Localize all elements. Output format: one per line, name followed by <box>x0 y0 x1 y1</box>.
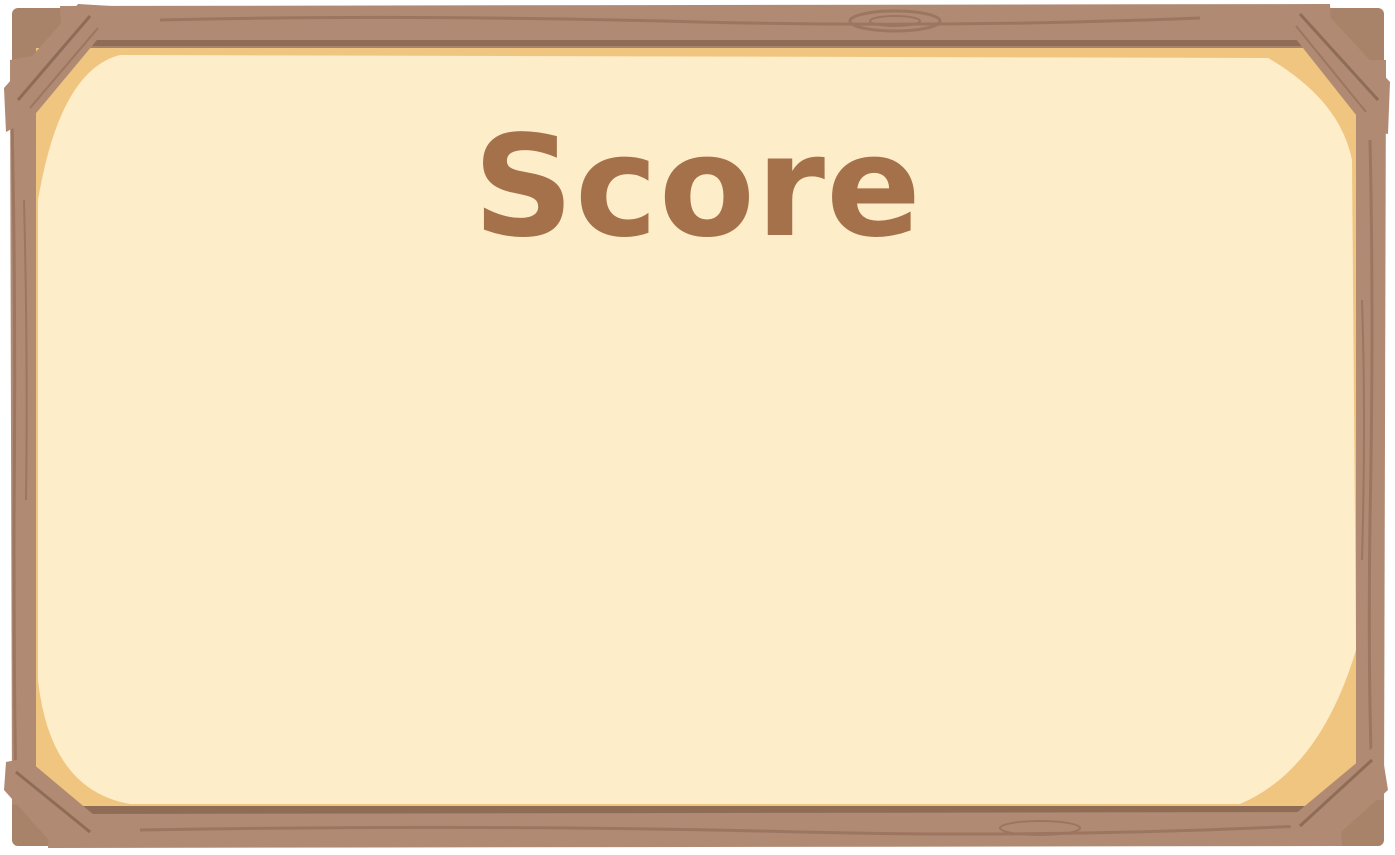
top-plank <box>60 4 1332 46</box>
score-title: Score <box>473 106 922 269</box>
score-board-panel: Score <box>0 0 1395 855</box>
